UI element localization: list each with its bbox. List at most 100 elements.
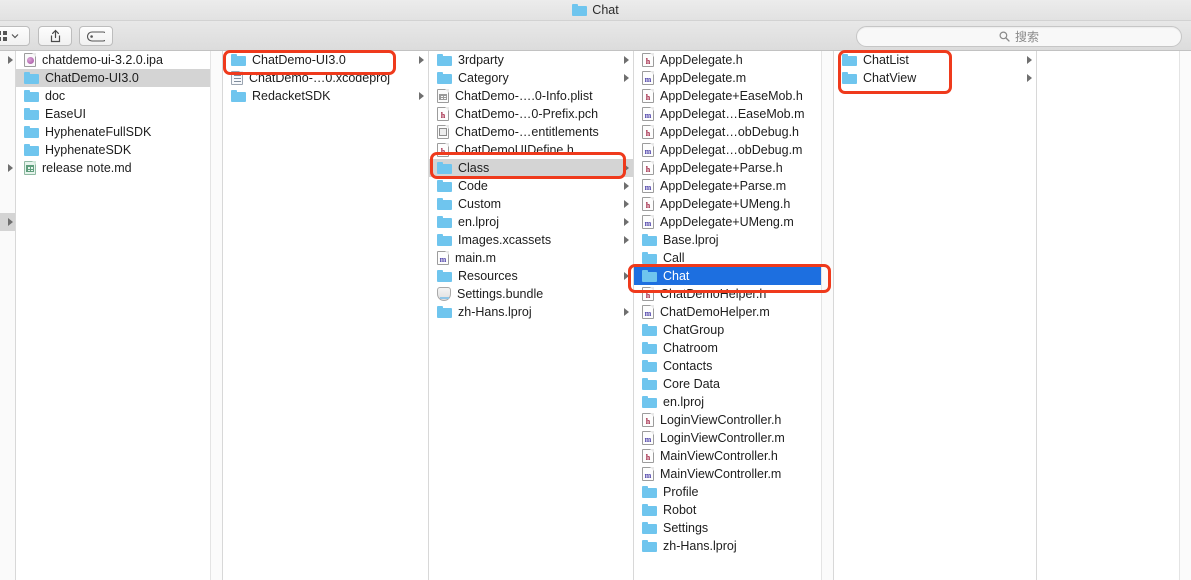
list-item[interactable]: HyphenateFullSDK [16,123,222,141]
column-class[interactable]: h AppDelegate.h m AppDelegate.m h AppDelegate… [634,51,834,580]
share-button[interactable] [38,26,72,46]
tag-button[interactable] [79,26,113,46]
list-item[interactable]: Class [429,159,633,177]
list-item[interactable]: m AppDelegate+UMeng.m [634,213,833,231]
partial-row[interactable] [0,159,15,177]
list-item[interactable]: Profile [634,483,833,501]
list-item[interactable]: m main.m [429,249,633,267]
ipa-file-icon [24,53,36,67]
folder-icon [842,54,857,66]
list-item[interactable]: RedacketSDK [223,87,428,105]
list-item[interactable]: m AppDelegate.m [634,69,833,87]
list-item[interactable]: h ChatDemoHelper.h [634,285,833,303]
list-item-label: Category [458,71,509,85]
list-item[interactable]: ChatView [834,69,1036,87]
list-item[interactable]: ChatDemo-….0-Info.plist [429,87,633,105]
list-item[interactable]: m ChatDemoHelper.m [634,303,833,321]
list-item[interactable]: h AppDelegate+EaseMob.h [634,87,833,105]
partial-row[interactable] [0,177,15,195]
list-item[interactable]: h AppDelegat…obDebug.h [634,123,833,141]
list-item-label: AppDelegate+UMeng.m [660,215,794,229]
folder-icon [437,198,452,210]
partial-row[interactable] [0,105,15,123]
folder-icon [642,504,657,516]
list-item[interactable]: chatdemo-ui-3.2.0.ipa [16,51,222,69]
tag-icon [87,30,105,42]
list-item[interactable]: ChatGroup [634,321,833,339]
partial-row[interactable] [0,87,15,105]
list-item[interactable]: Settings.bundle [429,285,633,303]
list-item[interactable]: h ChatDemo-…0-Prefix.pch [429,105,633,123]
column-root[interactable]: chatdemo-ui-3.2.0.ipa ChatDemo-UI3.0 doc Ea… [16,51,223,580]
partial-row[interactable] [0,141,15,159]
list-item[interactable]: m LoginViewController.m [634,429,833,447]
list-item-label: Settings.bundle [457,287,544,301]
column-chatdemo-ui3[interactable]: ChatDemo-UI3.0 ChatDemo-…0.xcodeproj Redac… [223,51,429,580]
list-item[interactable]: Images.xcassets [429,231,633,249]
list-item[interactable]: HyphenateSDK [16,141,222,159]
column-partial-left[interactable] [0,51,16,580]
list-item[interactable]: m AppDelegate+Parse.m [634,177,833,195]
list-item-label: en.lproj [458,215,499,229]
list-item[interactable]: 3rdparty [429,51,633,69]
column-scrollbar[interactable] [821,51,833,580]
markdown-file-icon [24,161,36,175]
list-item[interactable]: h AppDelegate+Parse.h [634,159,833,177]
list-item[interactable]: Code [429,177,633,195]
list-item[interactable]: ChatDemo-…entitlements [429,123,633,141]
list-item[interactable]: ChatDemo-UI3.0 [16,69,222,87]
list-item-label: HyphenateFullSDK [45,125,152,139]
list-item[interactable]: m MainViewController.m [634,465,833,483]
list-item-label: HyphenateSDK [45,143,132,157]
partial-row[interactable] [0,195,15,213]
list-item-label: ChatDemo-UI3.0 [45,71,139,85]
partial-row[interactable] [0,69,15,87]
list-item[interactable]: m AppDelegat…obDebug.m [634,141,833,159]
list-item[interactable]: Call [634,249,833,267]
column-empty[interactable] [1037,51,1191,580]
column-scrollbar[interactable] [210,51,222,580]
list-item-label: Base.lproj [663,233,719,247]
list-item[interactable]: Robot [634,501,833,519]
folder-icon [24,144,39,156]
partial-row[interactable] [0,123,15,141]
list-item[interactable]: Settings [634,519,833,537]
list-item[interactable]: en.lproj [429,213,633,231]
list-item[interactable]: zh-Hans.lproj [634,537,833,555]
list-item[interactable]: doc [16,87,222,105]
list-item[interactable]: h LoginViewController.h [634,411,833,429]
list-item[interactable]: EaseUI [16,105,222,123]
partial-row[interactable] [0,51,15,69]
list-item[interactable]: release note.md [16,159,222,177]
list-item[interactable]: ChatDemo-…0.xcodeproj [223,69,428,87]
list-item[interactable]: Custom [429,195,633,213]
list-item-label: chatdemo-ui-3.2.0.ipa [42,53,163,67]
column-scrollbar[interactable] [1179,51,1191,580]
list-item-label: zh-Hans.lproj [663,539,737,553]
h-file-icon: h [642,125,654,139]
list-item[interactable]: ChatList [834,51,1036,69]
list-item-label: ChatDemo-…0.xcodeproj [249,71,391,85]
list-item[interactable]: Chat [634,267,833,285]
partial-row[interactable] [0,213,15,231]
arrange-button[interactable] [0,26,30,46]
list-item[interactable]: Contacts [634,357,833,375]
list-item[interactable]: m AppDelegat…EaseMob.m [634,105,833,123]
list-item[interactable]: h ChatDemoUIDefine.h [429,141,633,159]
list-item[interactable]: h AppDelegate+UMeng.h [634,195,833,213]
list-item[interactable]: Resources [429,267,633,285]
list-item[interactable]: Category [429,69,633,87]
list-item[interactable]: h MainViewController.h [634,447,833,465]
list-item[interactable]: Base.lproj [634,231,833,249]
search-field[interactable]: 搜索 [856,26,1182,47]
list-item[interactable]: zh-Hans.lproj [429,303,633,321]
disclosure-triangle-icon [624,164,629,172]
list-item[interactable]: Chatroom [634,339,833,357]
list-item[interactable]: ChatDemo-UI3.0 [223,51,428,69]
list-item[interactable]: en.lproj [634,393,833,411]
folder-icon [642,360,657,372]
list-item[interactable]: Core Data [634,375,833,393]
list-item[interactable]: h AppDelegate.h [634,51,833,69]
column-chat[interactable]: ChatList ChatView [834,51,1037,580]
column-project[interactable]: 3rdparty Category ChatDemo-….0-Info.plist h… [429,51,634,580]
